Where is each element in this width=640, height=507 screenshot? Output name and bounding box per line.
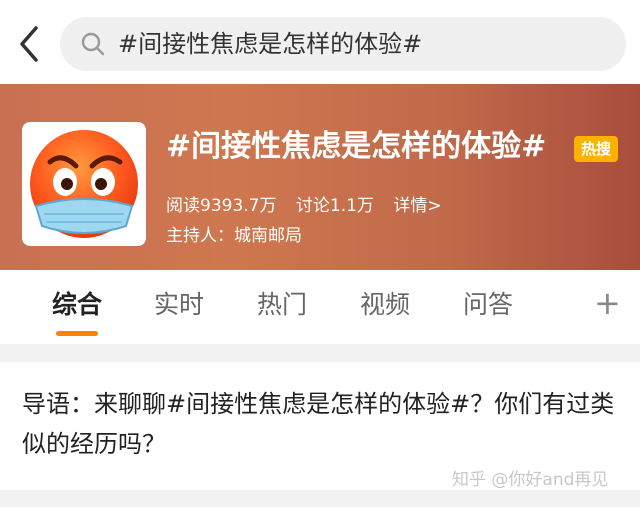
tab-bar: 综合 实时 热门 视频 问答 + bbox=[0, 270, 640, 344]
search-query[interactable]: #间接性焦虑是怎样的体验# bbox=[118, 28, 422, 60]
topic-stats: 阅读9393.7万 讨论1.1万 详情> bbox=[166, 194, 456, 218]
bottom-divider bbox=[0, 490, 640, 507]
watermark: 知乎 @你好and再见 bbox=[452, 470, 609, 490]
tab-hot[interactable]: 热门 bbox=[257, 288, 307, 322]
topic-title: #间接性焦虑是怎样的体验# bbox=[166, 129, 547, 164]
top-bar: #间接性焦虑是怎样的体验# bbox=[0, 0, 640, 84]
topic-header: #间接性焦虑是怎样的体验# 热搜 阅读9393.7万 讨论1.1万 详情> 主持… bbox=[0, 84, 640, 270]
active-tab-indicator bbox=[56, 331, 98, 336]
hot-badge: 热搜 bbox=[574, 136, 618, 162]
chevron-left-icon bbox=[20, 26, 38, 62]
back-button[interactable] bbox=[12, 24, 48, 64]
add-tab-button[interactable]: + bbox=[594, 285, 621, 321]
topic-host: 主持人：城南邮局 bbox=[166, 226, 302, 246]
topic-avatar bbox=[22, 122, 146, 246]
angry-masked-emoji-icon bbox=[30, 130, 138, 238]
search-icon bbox=[81, 32, 105, 56]
tab-comprehensive[interactable]: 综合 bbox=[52, 288, 102, 322]
read-count: 阅读9393.7万 bbox=[166, 196, 277, 216]
discussion-count: 讨论1.1万 bbox=[295, 196, 374, 216]
tab-realtime[interactable]: 实时 bbox=[154, 288, 204, 322]
topic-guide: 导语：来聊聊#间接性焦虑是怎样的体验#？你们有过类似的经历吗？ bbox=[22, 390, 615, 458]
tab-video[interactable]: 视频 bbox=[360, 288, 410, 322]
details-link[interactable]: 详情> bbox=[393, 196, 441, 216]
section-divider bbox=[0, 344, 640, 362]
search-bar[interactable]: #间接性焦虑是怎样的体验# bbox=[60, 17, 626, 71]
tab-qa[interactable]: 问答 bbox=[463, 288, 513, 322]
